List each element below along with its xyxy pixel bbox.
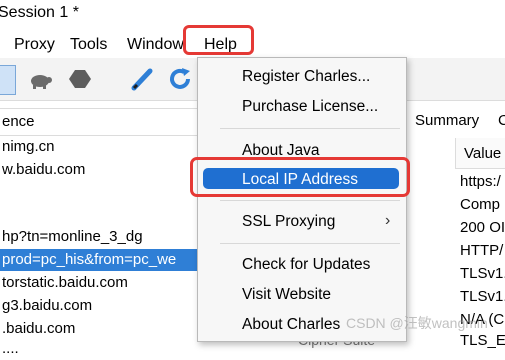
value-cell: 200 OI: [460, 219, 505, 236]
select-tool-icon[interactable]: [0, 65, 16, 95]
menu-separator: [220, 243, 400, 244]
list-item-label: w.baidu.com: [2, 161, 86, 178]
menu-item-visit-website[interactable]: Visit Website: [242, 286, 331, 304]
menu-separator: [220, 200, 400, 201]
menu-tools[interactable]: Tools: [70, 36, 107, 54]
value-cell: TLS_EC: [460, 332, 505, 349]
list-header-label: ence: [2, 113, 35, 130]
list-item-label: hp?tn=monline_3_dg: [2, 228, 143, 245]
pen-icon[interactable]: [128, 65, 156, 93]
menu-separator: [220, 128, 400, 129]
value-cell: TLSv1.: [460, 265, 505, 282]
menu-item-register[interactable]: Register Charles...: [242, 68, 370, 86]
menu-item-check-updates[interactable]: Check for Updates: [242, 256, 370, 274]
list-item-label: .baidu.com: [2, 320, 76, 337]
list-item[interactable]: nimg.cn: [0, 136, 200, 158]
list-item-selected[interactable]: prod=pc_his&from=pc_we: [0, 249, 200, 271]
local-ip-highlight-box: [190, 157, 410, 197]
list-item-label: torstatic.baidu.com: [2, 274, 128, 291]
menu-item-about-charles[interactable]: About Charles: [242, 316, 340, 334]
list-item[interactable]: ....: [0, 338, 200, 360]
tab-chart[interactable]: C: [498, 112, 505, 129]
list-item-label: nimg.cn: [2, 138, 55, 155]
list-item-label: prod=pc_his&from=pc_we: [2, 251, 177, 268]
menu-item-ssl-proxying[interactable]: SSL Proxying: [242, 213, 335, 231]
value-cell: https:/: [460, 173, 501, 190]
list-item[interactable]: w.baidu.com: [0, 159, 200, 181]
value-cell: Comp: [460, 196, 501, 213]
list-item[interactable]: g3.baidu.com: [0, 295, 200, 317]
list-column-header[interactable]: ence: [0, 108, 200, 136]
refresh-icon[interactable]: [166, 65, 194, 93]
list-item[interactable]: .baidu.com: [0, 318, 200, 340]
chevron-right-icon: ›: [385, 212, 391, 229]
value-header-label: Value: [464, 145, 502, 162]
value-cell: HTTP/: [460, 242, 504, 259]
value-column-header[interactable]: Value: [455, 138, 505, 169]
turtle-icon[interactable]: [26, 65, 54, 93]
list-item-label: ....: [2, 340, 19, 357]
stop-hexagon-icon[interactable]: [66, 65, 94, 93]
detail-tabs: Summary C: [400, 108, 505, 134]
menu-proxy[interactable]: Proxy: [14, 36, 55, 54]
help-menu-highlight: [183, 25, 254, 55]
list-item[interactable]: torstatic.baidu.com: [0, 272, 200, 294]
list-item[interactable]: hp?tn=monline_3_dg: [0, 226, 200, 248]
list-item-label: g3.baidu.com: [2, 297, 93, 314]
menu-window[interactable]: Window: [127, 36, 184, 54]
watermark-text: CSDN @汪敏wangmin: [346, 315, 488, 331]
menu-item-purchase-license[interactable]: Purchase License...: [242, 98, 378, 116]
window-title: Session 1 *: [0, 4, 79, 21]
tab-summary[interactable]: Summary: [415, 112, 479, 129]
value-cell: TLSv1.: [460, 288, 505, 305]
